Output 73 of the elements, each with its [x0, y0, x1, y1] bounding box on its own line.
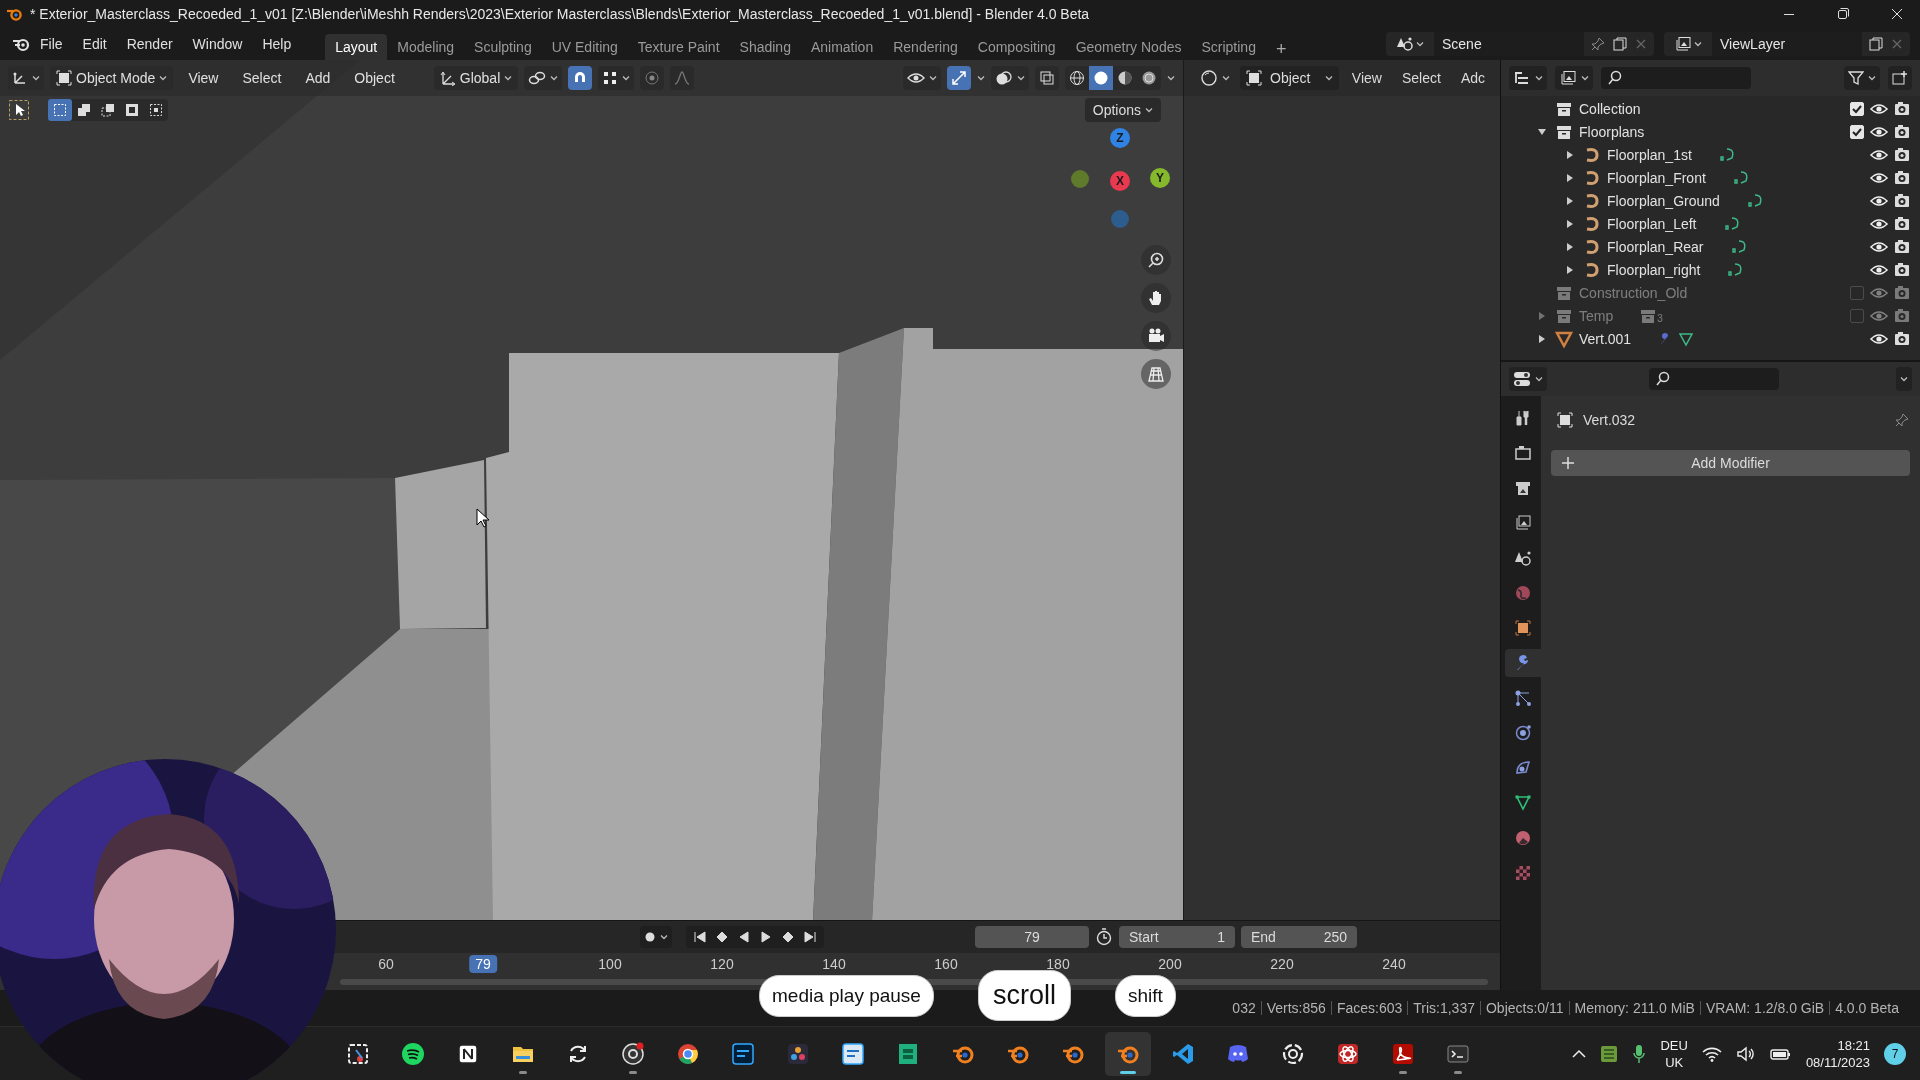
key-press-label: media play pause [759, 974, 934, 1017]
menu-item[interactable]: Add [296, 70, 340, 86]
menu-item[interactable]: Help [252, 36, 302, 52]
frame-tick-label: 180 [1045, 956, 1071, 972]
options-dropdown[interactable]: Options [1084, 98, 1161, 122]
keyboard-layout[interactable]: UK [1665, 1054, 1684, 1071]
workspace-tab[interactable]: Compositing [967, 34, 1066, 60]
frame-tick-label: 200 [1157, 956, 1183, 972]
workspace-tab[interactable]: Rendering [883, 34, 968, 60]
outliner-item[interactable]: Floorplan_Rear [1607, 238, 1704, 255]
status-text: Faces:603 [1335, 1000, 1404, 1016]
frame-tick-label: 100 [597, 956, 623, 972]
status-text: Memory: 211.0 MiB [1573, 1000, 1696, 1016]
frame-tick-label: 140 [821, 956, 847, 972]
outliner-item[interactable]: Floorplan_1st [1607, 146, 1692, 163]
menu-item[interactable]: Edit [72, 36, 117, 52]
start-frame-field[interactable]: Start 1 [1119, 926, 1235, 948]
workspace-tab[interactable]: Geometry Nodes [1065, 34, 1192, 60]
menu-item[interactable]: Select [233, 70, 291, 86]
end-frame-field[interactable]: End 250 [1241, 926, 1357, 948]
menu-item[interactable]: File [30, 36, 73, 52]
child-count: 3 [1657, 312, 1663, 324]
frame-tick-label: 220 [1269, 956, 1295, 972]
workspace-tab[interactable]: Layout [325, 34, 388, 60]
clock-time[interactable]: 18:21 [1837, 1037, 1870, 1054]
menu-item[interactable]: View [179, 70, 228, 86]
window-title: * Exterior_Masterclass_Recoeded_1_v01 [Z:\Blender\iMeshh Renders\2023\Exterior Masterclass\Blends\Exterior_Masterclass_Recoeded_1_v01.blend] - Blender 4.0 Beta [30, 6, 1090, 22]
key-press-label: scroll [977, 970, 1071, 1021]
language-indicator[interactable]: DEU [1660, 1037, 1688, 1054]
status-text: 032 [1231, 1000, 1257, 1016]
menu-item[interactable]: Object [345, 70, 404, 86]
object-name: Vert.032 [1583, 412, 1636, 428]
outliner-item[interactable]: Floorplan_Front [1607, 169, 1706, 186]
workspace-tab[interactable]: Scripting [1191, 34, 1266, 60]
current-frame-field[interactable]: 79 [975, 926, 1089, 948]
menu-item[interactable]: Adc [1453, 70, 1492, 86]
object-dropdown[interactable]: Object [1240, 66, 1339, 90]
notification-badge[interactable]: 7 [1884, 1043, 1906, 1065]
outliner-item[interactable]: Floorplans [1579, 123, 1645, 140]
status-text: Objects:0/11 [1485, 1000, 1565, 1016]
outliner-item[interactable]: Floorplan_Ground [1607, 192, 1720, 209]
outliner-item[interactable]: Floorplan_Left [1607, 215, 1697, 232]
outliner-item[interactable]: Floorplan_right [1607, 261, 1701, 278]
menu-item[interactable]: View [1344, 70, 1389, 86]
outliner-item[interactable]: Vert.001 [1579, 330, 1632, 347]
workspace-tab[interactable]: Shading [729, 34, 801, 60]
workspace-tab[interactable]: Animation [800, 34, 884, 60]
menu-item[interactable]: Render [116, 36, 183, 52]
frame-tick-label: 60 [377, 956, 395, 972]
mode-dropdown[interactable]: Object Mode [50, 66, 174, 90]
view-layer-field[interactable]: ViewLayer [1712, 32, 1862, 56]
clock-date[interactable]: 08/11/2023 [1805, 1054, 1870, 1071]
orientation-dropdown[interactable]: Global [433, 66, 519, 90]
status-text: Tris:1,337 [1412, 1000, 1476, 1016]
frame-tick-label: 120 [709, 956, 735, 972]
frame-tick-label: 240 [1381, 956, 1407, 972]
menu-item[interactable]: Select [1394, 70, 1448, 86]
outliner-item[interactable]: Temp [1579, 307, 1614, 324]
outliner-item[interactable]: Construction_Old [1579, 284, 1688, 301]
workspace-tab[interactable]: Modeling [387, 34, 465, 60]
status-text: VRAM: 1.2/8.0 GiB [1704, 1000, 1826, 1016]
workspace-tab[interactable]: Sculpting [464, 34, 542, 60]
frame-tick-label: 160 [933, 956, 959, 972]
scene-field[interactable]: Scene [1434, 32, 1584, 56]
workspace-tab[interactable]: Texture Paint [627, 34, 730, 60]
workspace-tab[interactable]: UV Editing [541, 34, 628, 60]
menu-item[interactable]: Window [182, 36, 253, 52]
status-text: 4.0.0 Beta [1834, 1000, 1900, 1016]
playhead[interactable]: 79 [469, 955, 497, 973]
outliner-item[interactable]: Collection [1579, 100, 1641, 117]
add-modifier-button[interactable]: Add Modifier [1551, 450, 1910, 476]
status-text: Verts:856 [1265, 1000, 1327, 1016]
add-workspace-button[interactable]: + [1265, 39, 1297, 60]
